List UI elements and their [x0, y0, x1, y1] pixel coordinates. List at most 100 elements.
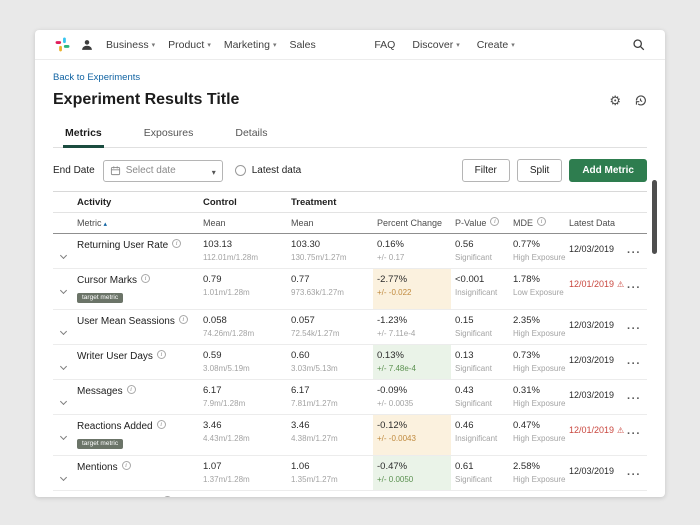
- nav-item-faq[interactable]: FAQ: [374, 39, 395, 51]
- info-icon[interactable]: [178, 315, 188, 324]
- latest-date: 12/03/2019: [569, 320, 615, 330]
- p-value-label: Significant: [455, 363, 492, 373]
- treatment-mean: 103.30: [291, 239, 321, 250]
- mde-label: High Exposure: [513, 363, 566, 373]
- percent-change-cell: 0.16% +/- 0.17: [373, 233, 451, 269]
- calendar-icon: [110, 165, 121, 176]
- info-icon[interactable]: [156, 420, 166, 429]
- tab-exposures[interactable]: Exposures: [142, 120, 196, 148]
- percent-change-value: 0.51%: [377, 496, 447, 497]
- end-date-label: End Date: [53, 165, 95, 176]
- filter-button[interactable]: Filter: [461, 159, 510, 182]
- control-mean: 103.13: [203, 239, 233, 250]
- mde-label: High Exposure: [513, 252, 566, 262]
- settings-gear-icon[interactable]: ⚙: [609, 94, 621, 107]
- nav-item-product[interactable]: Product: [168, 39, 211, 51]
- treatment-sub: 130.75m/1.27m: [291, 252, 347, 262]
- search-icon[interactable]: [632, 38, 645, 51]
- info-icon[interactable]: [163, 496, 173, 497]
- control-sub: 1.01m/1.28m: [203, 287, 250, 297]
- nav-item-marketing[interactable]: Marketing: [224, 39, 277, 51]
- nav-item-discover[interactable]: Discover: [412, 39, 459, 51]
- latest-data-cell: 12/01/2019: [565, 268, 624, 310]
- chevron-down-icon: [212, 162, 216, 180]
- row-expander-icon[interactable]: [59, 397, 67, 406]
- p-value: 0.61: [455, 461, 474, 472]
- mde-value: 1.32%: [513, 496, 561, 497]
- user-icon[interactable]: [81, 39, 93, 51]
- row-actions-button[interactable]: [627, 465, 641, 482]
- info-icon[interactable]: [490, 217, 500, 226]
- percent-change-cell: -2.77% +/- -0.022: [373, 268, 451, 310]
- treatment-sub: 1.35m/1.27m: [291, 474, 338, 484]
- tab-details[interactable]: Details: [233, 120, 269, 148]
- back-to-experiments-link[interactable]: Back to Experiments: [53, 72, 140, 83]
- row-expander-icon[interactable]: [59, 286, 67, 295]
- row-expander-icon[interactable]: [59, 362, 67, 371]
- latest-data-checkbox[interactable]: [234, 165, 246, 176]
- control-mean: 3.46: [203, 420, 222, 431]
- row-expander-icon[interactable]: [59, 473, 67, 482]
- add-metric-button[interactable]: Add Metric: [569, 159, 647, 182]
- row-actions-button[interactable]: [627, 424, 641, 441]
- app-window: Business Product Marketing Sales FAQ Dis…: [35, 30, 665, 497]
- scrollbar-thumb[interactable]: [652, 180, 657, 254]
- treatment-mean: 0.057: [291, 315, 315, 326]
- row-actions-button[interactable]: [627, 354, 641, 371]
- nav-item-create[interactable]: Create: [477, 39, 515, 51]
- slack-logo-icon[interactable]: [55, 37, 70, 52]
- split-button[interactable]: Split: [516, 159, 563, 182]
- table-row: Returning User Rate 103.13112.01m/1.28m …: [53, 233, 648, 269]
- mde-label: High Exposure: [513, 398, 566, 408]
- row-expander-icon[interactable]: [59, 327, 67, 336]
- mde-value: 0.31%: [513, 385, 540, 396]
- latest-data-cell: 12/03/2019: [565, 233, 621, 269]
- info-icon[interactable]: [141, 274, 151, 283]
- history-icon[interactable]: [634, 94, 647, 107]
- info-icon[interactable]: [121, 461, 131, 470]
- info-icon[interactable]: [126, 385, 136, 394]
- row-actions-button[interactable]: [627, 389, 641, 406]
- column-header-percent-change: Percent Change: [373, 212, 451, 234]
- table-row: User Mean Seassions 0.058 74.26m/1.28m 0.…: [53, 309, 648, 345]
- info-icon[interactable]: [172, 239, 182, 248]
- latest-date: 12/03/2019: [569, 390, 615, 400]
- column-header-treatment-mean: Mean: [287, 212, 373, 234]
- percent-change-sub: +/- 0.0035: [377, 398, 414, 408]
- nav-item-sales[interactable]: Sales: [289, 39, 315, 51]
- row-expander-icon[interactable]: [59, 251, 67, 260]
- treatment-mean: 1.06: [291, 461, 310, 472]
- row-actions-button[interactable]: [627, 319, 641, 336]
- tab-metrics[interactable]: Metrics: [63, 120, 104, 148]
- nav-item-business[interactable]: Business: [106, 39, 155, 51]
- date-select-input[interactable]: Select date: [102, 159, 223, 182]
- p-value-label: Significant: [455, 474, 492, 484]
- mde-label: Low Exposure: [513, 287, 564, 297]
- metric-name: Returning User Rate: [77, 240, 169, 251]
- percent-change-value: -2.77%: [377, 274, 408, 285]
- p-value: 0.56: [455, 239, 474, 250]
- latest-data-cell: 12/03/2019: [565, 490, 621, 497]
- percent-change-sub: +/- -0.022: [377, 287, 412, 297]
- row-actions-button[interactable]: [627, 243, 641, 260]
- row-actions-button[interactable]: [627, 278, 641, 295]
- latest-date: 12/03/2019: [569, 244, 615, 254]
- sort-asc-icon: [102, 218, 108, 228]
- mde-label: High Exposure: [513, 328, 566, 338]
- percent-change-value: -0.12%: [377, 420, 408, 431]
- info-icon[interactable]: [156, 350, 166, 359]
- percent-change-cell: -0.12% +/- -0.0043: [373, 414, 451, 456]
- control-sub: 3.08m/5.19m: [203, 363, 250, 373]
- column-header-metric[interactable]: Metric: [73, 212, 199, 234]
- percent-change-cell: -0.47% +/- 0.0050: [373, 455, 451, 491]
- percent-change-value: -0.09%: [377, 385, 408, 396]
- latest-data-cell: 12/03/2019: [565, 455, 621, 491]
- navbar-left: Business Product Marketing Sales: [55, 37, 316, 52]
- info-icon[interactable]: [537, 217, 546, 226]
- group-header-treatment: Treatment: [287, 191, 373, 213]
- control-mean: 6.17: [203, 385, 222, 396]
- treatment-mean: 0.58: [291, 496, 369, 497]
- percent-change-value: 0.13%: [377, 350, 404, 361]
- treatment-sub: 4.38m/1.27m: [291, 433, 338, 443]
- row-expander-icon[interactable]: [59, 432, 67, 441]
